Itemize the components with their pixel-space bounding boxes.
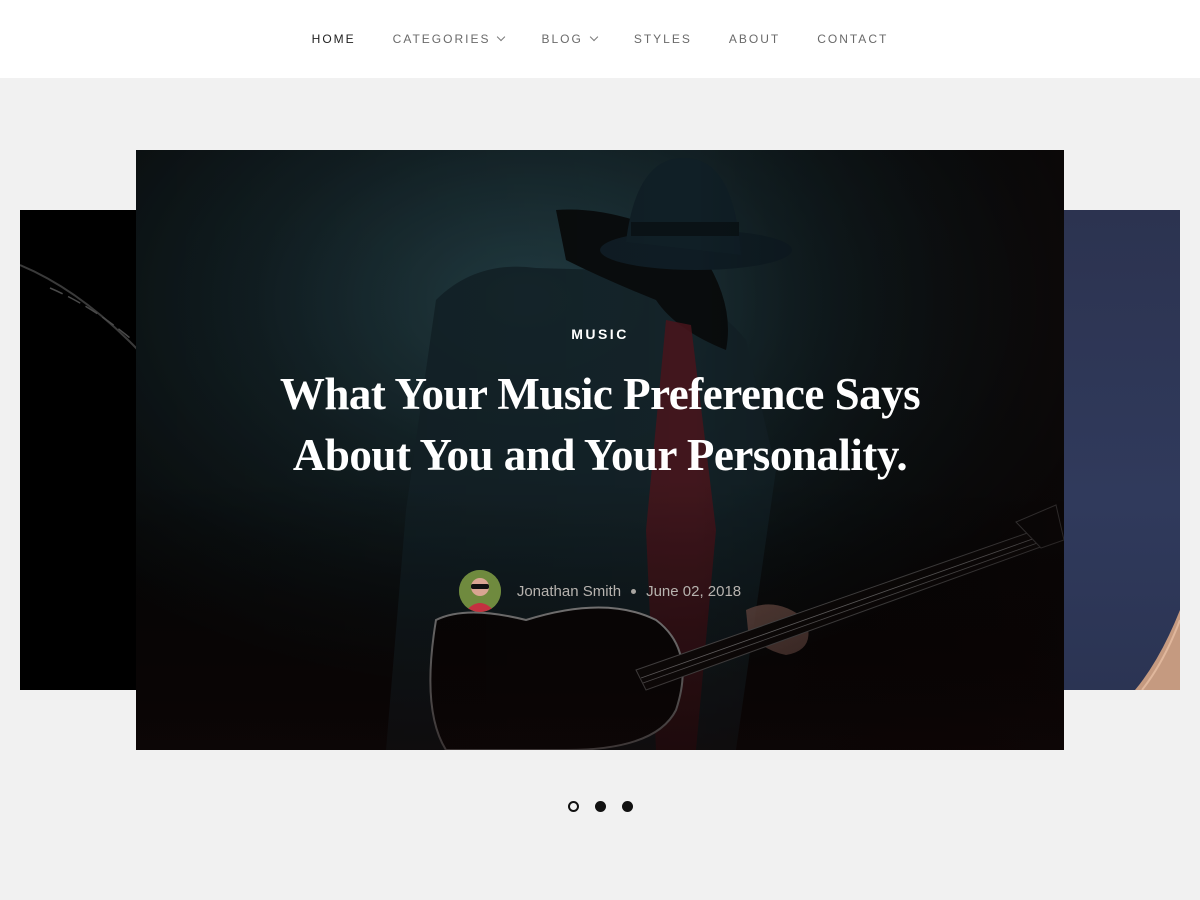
nav-item-home[interactable]: HOME [312, 32, 356, 46]
featured-overlay: MUSIC What Your Music Preference Says Ab… [136, 150, 1064, 750]
main-nav: HOME CATEGORIES BLOG STYLES ABOUT CONTAC… [0, 0, 1200, 78]
site-header: HOME CATEGORIES BLOG STYLES ABOUT CONTAC… [0, 0, 1200, 78]
avatar[interactable] [458, 570, 501, 612]
nav-item-label: HOME [311, 32, 356, 46]
post-title[interactable]: What Your Music Preference Says About Yo… [260, 364, 940, 486]
post-date: June 02, 2018 [646, 582, 742, 600]
prev-slide-image [20, 264, 139, 351]
post-category[interactable]: MUSIC [136, 326, 1064, 342]
nav-item-about[interactable]: ABOUT [729, 32, 780, 46]
chevron-down-icon [589, 32, 599, 42]
nav-item-contact[interactable]: CONTACT [817, 32, 888, 46]
meta-separator [631, 588, 637, 594]
nav-item-categories[interactable]: CATEGORIES [392, 32, 506, 46]
author-photo [458, 570, 501, 612]
slider-dot-2[interactable] [594, 801, 606, 812]
prev-slide[interactable] [20, 210, 140, 690]
post-author[interactable]: Jonathan Smith [517, 583, 621, 600]
nav-item-label: ABOUT [728, 32, 781, 46]
next-slide[interactable] [1060, 210, 1180, 690]
nav-item-styles[interactable]: STYLES [634, 32, 692, 46]
post-meta: Jonathan Smith June 02, 2018 [136, 570, 1064, 612]
slider-dot-3[interactable] [621, 801, 633, 812]
slider-pagination [0, 801, 1200, 812]
chevron-down-icon [497, 32, 506, 42]
nav-item-blog[interactable]: BLOG [541, 32, 599, 46]
nav-item-label: STYLES [633, 32, 692, 46]
nav-item-label: CATEGORIES [392, 32, 491, 46]
slider-dot-1[interactable] [567, 801, 579, 812]
nav-item-label: CONTACT [817, 32, 889, 46]
next-slide-image [1135, 610, 1180, 690]
nav-item-label: BLOG [541, 32, 583, 46]
featured-slide[interactable]: MUSIC What Your Music Preference Says Ab… [136, 150, 1064, 750]
